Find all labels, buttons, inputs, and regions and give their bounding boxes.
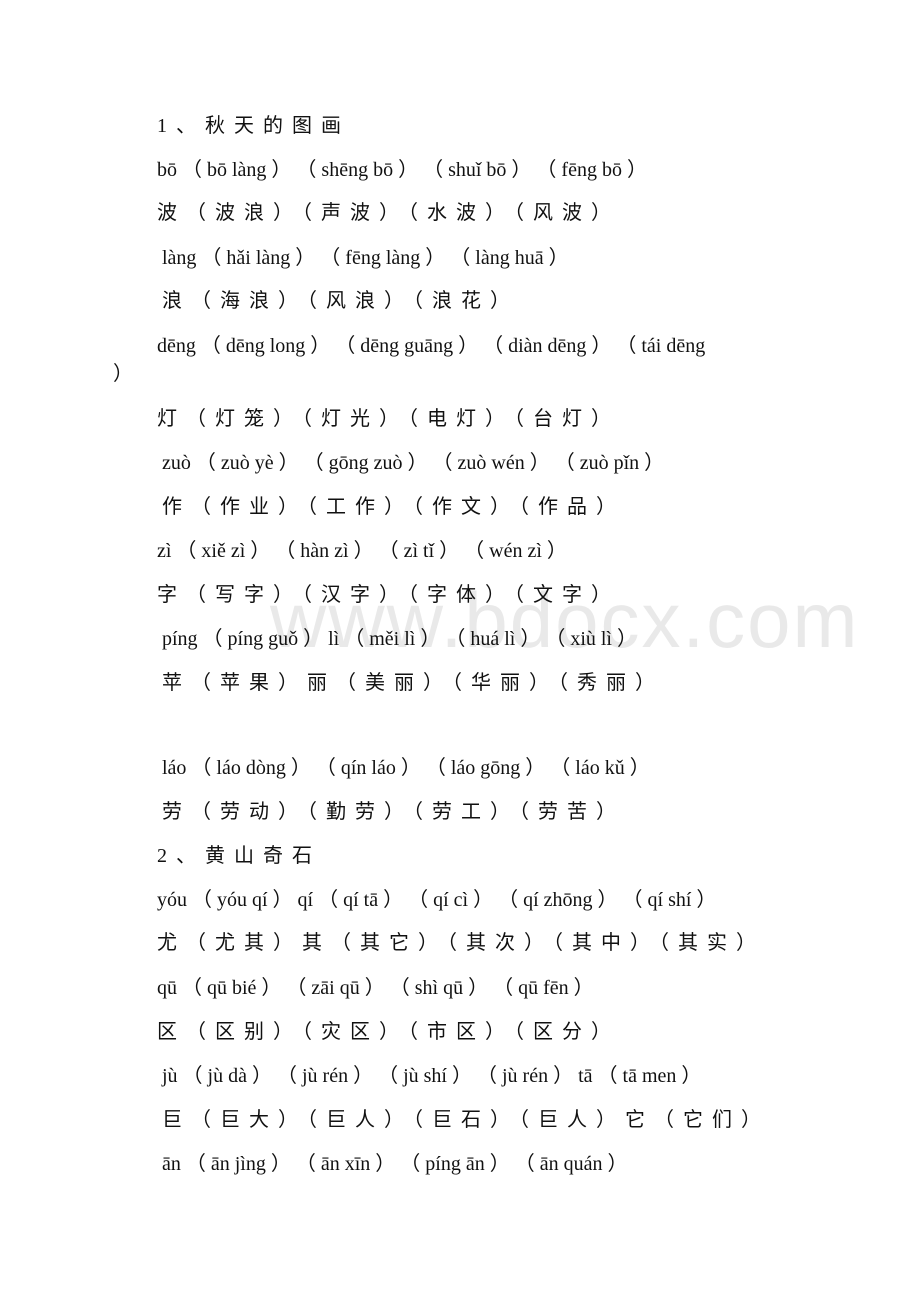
pinyin-line: píng （ píng guǒ ） lì （ měi lì ） （ huá lì… bbox=[162, 628, 637, 650]
hanzi-line: 巨（巨大）（巨人）（巨石）（巨人）它（它们） bbox=[162, 1109, 770, 1131]
section-heading: 1、秋天的图画 bbox=[157, 115, 350, 137]
pinyin-line: làng （ hǎi làng ） （ fēng làng ） （ làng h… bbox=[162, 247, 569, 269]
hanzi-line: 苹（苹果）丽（美丽）（华丽）（秀丽） bbox=[162, 672, 664, 694]
hanzi-line: 作（作业）（工作）（作文）（作品） bbox=[162, 496, 625, 518]
pinyin-line: qū （ qū bié ） （ zāi qū ） （ shì qū ） （ qū… bbox=[157, 977, 594, 999]
pinyin-line: ān （ ān jìng ） （ ān xīn ） （ píng ān ） （ … bbox=[162, 1153, 628, 1175]
pinyin-line: dēng （ dēng long ） （ dēng guāng ） （ diàn… bbox=[157, 335, 706, 357]
pinyin-line: zuò （ zuò yè ） （ gōng zuò ） （ zuò wén ） … bbox=[162, 452, 665, 474]
pinyin-line: yóu （ yóu qí ） qí （ qí tā ） （ qí cì ） （ … bbox=[157, 889, 717, 911]
pinyin-line: zì （ xiě zì ） （ hàn zì ） （ zì tǐ ） （ wén… bbox=[157, 540, 567, 562]
pinyin-line: jù （ jù dà ） （ jù rén ） （ jù shí ） （ jù … bbox=[162, 1065, 702, 1087]
hanzi-line: 波（波浪）（声波）（水波）（风波） bbox=[157, 202, 620, 224]
hanzi-line: 字（写字）（汉字）（字体）（文字） bbox=[157, 584, 620, 606]
hanzi-line: 灯（灯笼）（灯光）（电灯）（台灯） bbox=[157, 408, 620, 430]
document-page: www.bdocx.com 1、秋天的图画 bō （ bō làng ） （ s… bbox=[0, 0, 920, 1302]
hanzi-line: 浪（海浪）（风浪）（浪花） bbox=[162, 290, 519, 312]
pinyin-line-wrap: ） bbox=[113, 363, 133, 385]
hanzi-line: 劳（劳动）（勤劳）（劳工）（劳苦） bbox=[162, 801, 625, 823]
pinyin-line: bō （ bō làng ） （ shēng bō ） （ shuǐ bō ） … bbox=[157, 159, 647, 181]
hanzi-line: 尤（尤其）其（其它）（其次）（其中）（其实） bbox=[157, 932, 765, 954]
pinyin-line: láo （ láo dòng ） （ qín láo ） （ láo gōng … bbox=[162, 757, 650, 779]
hanzi-line: 区（区别）（灾区）（市区）（区分） bbox=[157, 1021, 620, 1043]
section-heading: 2、黄山奇石 bbox=[157, 845, 321, 867]
